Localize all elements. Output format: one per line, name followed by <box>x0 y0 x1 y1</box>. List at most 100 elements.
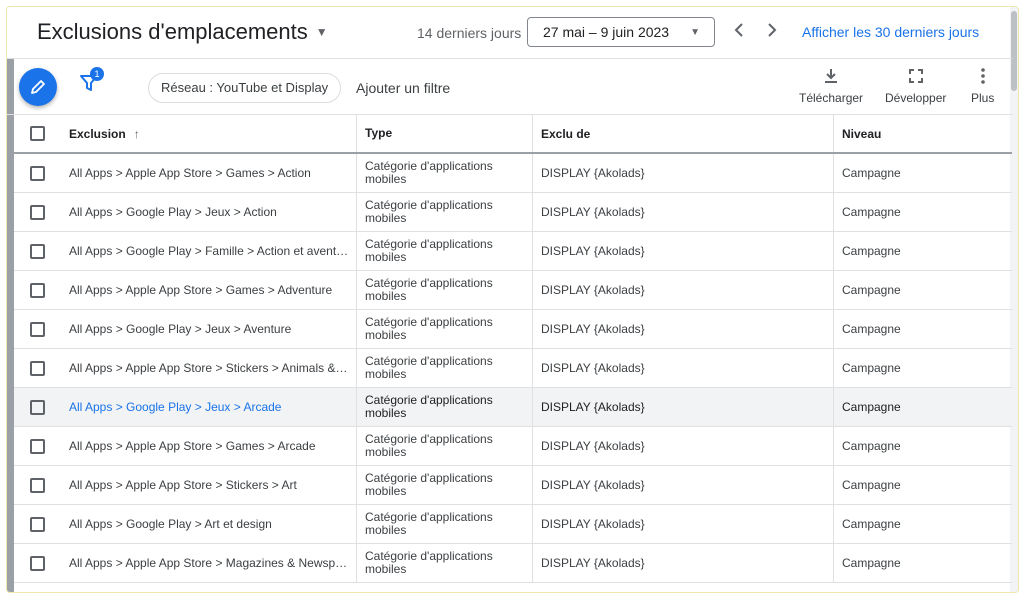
type-cell: Catégorie d'applications mobiles <box>357 505 533 543</box>
table-row[interactable]: All Apps > Apple App Store > Games > Act… <box>14 154 1012 193</box>
table-row[interactable]: All Apps > Apple App Store > Stickers > … <box>14 349 1012 388</box>
more-button[interactable]: Plus <box>971 67 994 105</box>
level-cell: Campagne <box>842 205 901 219</box>
date-range-value: 27 mai – 9 juin 2023 <box>543 24 670 40</box>
show-last-30-days-link[interactable]: Afficher les 30 derniers jours <box>802 24 979 40</box>
row-checkbox[interactable] <box>30 243 45 259</box>
level-cell: Campagne <box>842 283 901 297</box>
table-row[interactable]: All Apps > Google Play > Famille > Actio… <box>14 232 1012 271</box>
edit-button[interactable] <box>19 68 57 106</box>
excluded-from-cell: DISPLAY {Akolads} <box>533 271 834 309</box>
network-filter-chip[interactable]: Réseau : YouTube et Display <box>148 73 342 103</box>
row-checkbox[interactable] <box>30 477 45 493</box>
exclusion-value[interactable]: All Apps > Apple App Store > Magazines &… <box>69 556 349 570</box>
select-all-checkbox[interactable] <box>30 126 45 141</box>
chevron-left-icon <box>734 23 743 37</box>
fullscreen-icon <box>908 69 923 83</box>
expand-button[interactable]: Développer <box>885 67 946 105</box>
column-header-level[interactable]: Niveau <box>834 115 1012 152</box>
level-cell: Campagne <box>842 361 901 375</box>
excluded-from-cell: DISPLAY {Akolads} <box>533 310 834 348</box>
column-header-exclusion[interactable]: Exclusion ↑ <box>61 115 357 152</box>
date-range-label: 14 derniers jours <box>417 25 522 41</box>
page-title-dropdown[interactable]: Exclusions d'emplacements ▼ <box>37 19 328 45</box>
sort-ascending-icon: ↑ <box>133 126 140 141</box>
download-button[interactable]: Télécharger <box>799 67 863 105</box>
row-checkbox[interactable] <box>30 321 45 337</box>
row-select-cell <box>14 271 61 309</box>
filter-count-badge: 1 <box>90 67 104 81</box>
exclusion-value[interactable]: All Apps > Google Play > Jeux > Action <box>69 205 277 219</box>
exclusion-value[interactable]: All Apps > Google Play > Jeux > Aventure <box>69 322 291 336</box>
excluded-from-cell: DISPLAY {Akolads} <box>533 505 834 543</box>
exclusion-value[interactable]: All Apps > Google Play > Art et design <box>69 517 272 531</box>
exclusion-cell: All Apps > Google Play > Art et design <box>61 505 357 543</box>
excluded-from-cell: DISPLAY {Akolads} <box>533 388 834 426</box>
table-row[interactable]: All Apps > Google Play > Jeux > Arcade Ca… <box>14 388 1012 427</box>
exclusion-value[interactable]: All Apps > Apple App Store > Games > Act… <box>69 166 311 180</box>
table-row[interactable]: All Apps > Google Play > Jeux > Aventure… <box>14 310 1012 349</box>
level-cell: Campagne <box>842 322 901 336</box>
download-label: Télécharger <box>799 91 864 105</box>
table-row[interactable]: All Apps > Apple App Store > Games > Arc… <box>14 427 1012 466</box>
excluded-from-cell: DISPLAY {Akolads} <box>533 544 834 582</box>
column-header-type[interactable]: Type <box>357 115 533 152</box>
row-checkbox[interactable] <box>30 282 45 298</box>
level-cell: Campagne <box>842 517 901 531</box>
caret-down-icon: ▼ <box>315 25 328 39</box>
exclusion-cell: All Apps > Google Play > Famille > Actio… <box>61 232 357 270</box>
exclusion-value[interactable]: All Apps > Google Play > Jeux > Arcade <box>69 400 281 414</box>
table-row[interactable]: All Apps > Apple App Store > Stickers > … <box>14 466 1012 505</box>
column-header-excluded-from[interactable]: Exclu de <box>533 115 834 152</box>
filter-button[interactable]: 1 <box>79 67 104 97</box>
exclusion-cell: All Apps > Apple App Store > Games > Adv… <box>61 271 357 309</box>
level-cell: Campagne <box>842 478 901 492</box>
add-filter-button[interactable]: Ajouter un filtre <box>356 80 450 96</box>
table-row[interactable]: All Apps > Google Play > Art et design Ca… <box>14 505 1012 544</box>
next-period-button[interactable] <box>760 19 784 45</box>
date-range-select[interactable]: 27 mai – 9 juin 2023 ▼ <box>527 17 715 47</box>
type-cell: Catégorie d'applications mobiles <box>357 388 533 426</box>
row-select-cell <box>14 544 61 582</box>
more-vert-icon <box>980 68 985 84</box>
table-toolbar: 1 Réseau : YouTube et Display Ajouter un… <box>7 59 1012 115</box>
type-cell: Catégorie d'applications mobiles <box>357 232 533 270</box>
exclusions-table: Exclusion ↑ Type Exclu de Niveau All App… <box>14 115 1012 583</box>
type-cell: Catégorie d'applications mobiles <box>357 349 533 387</box>
row-checkbox[interactable] <box>30 516 45 532</box>
column-header-exclusion-label: Exclusion <box>69 126 126 141</box>
level-cell: Campagne <box>842 556 901 570</box>
row-select-cell <box>14 505 61 543</box>
level-cell: Campagne <box>842 400 901 414</box>
chevron-right-icon <box>768 23 777 37</box>
row-checkbox[interactable] <box>30 555 45 571</box>
excluded-from-cell: DISPLAY {Akolads} <box>533 349 834 387</box>
exclusion-cell: All Apps > Apple App Store > Games > Arc… <box>61 427 357 465</box>
type-cell: Catégorie d'applications mobiles <box>357 154 533 192</box>
type-cell: Catégorie d'applications mobiles <box>357 193 533 231</box>
table-row[interactable]: All Apps > Apple App Store > Magazines &… <box>14 544 1012 583</box>
exclusion-value[interactable]: All Apps > Apple App Store > Games > Arc… <box>69 439 316 453</box>
level-cell: Campagne <box>842 439 901 453</box>
row-checkbox[interactable] <box>30 165 45 181</box>
row-checkbox[interactable] <box>30 204 45 220</box>
row-checkbox[interactable] <box>30 360 45 376</box>
exclusion-value[interactable]: All Apps > Apple App Store > Stickers > … <box>69 478 297 492</box>
table-row[interactable]: All Apps > Apple App Store > Games > Adv… <box>14 271 1012 310</box>
select-all-cell <box>14 115 61 152</box>
dropdown-arrow-icon: ▼ <box>690 27 700 38</box>
exclusion-cell: All Apps > Google Play > Jeux > Action <box>61 193 357 231</box>
row-checkbox[interactable] <box>30 399 45 415</box>
exclusion-value[interactable]: All Apps > Google Play > Famille > Actio… <box>69 244 349 258</box>
row-checkbox[interactable] <box>30 438 45 454</box>
type-cell: Catégorie d'applications mobiles <box>357 466 533 504</box>
row-select-cell <box>14 310 61 348</box>
excluded-from-cell: DISPLAY {Akolads} <box>533 193 834 231</box>
table-row[interactable]: All Apps > Google Play > Jeux > Action Ca… <box>14 193 1012 232</box>
previous-period-button[interactable] <box>727 19 751 45</box>
level-cell: Campagne <box>842 244 901 258</box>
type-cell: Catégorie d'applications mobiles <box>357 310 533 348</box>
exclusion-value[interactable]: All Apps > Apple App Store > Games > Adv… <box>69 283 332 297</box>
excluded-from-cell: DISPLAY {Akolads} <box>533 232 834 270</box>
exclusion-value[interactable]: All Apps > Apple App Store > Stickers > … <box>69 361 349 375</box>
